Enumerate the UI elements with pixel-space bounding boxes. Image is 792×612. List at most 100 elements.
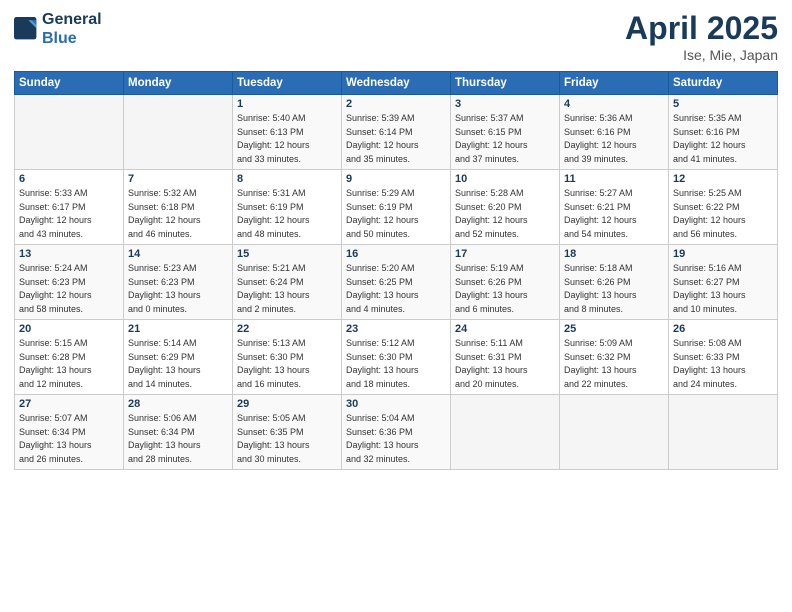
calendar-cell: 13 Sunrise: 5:24 AMSunset: 6:23 PMDayligh… xyxy=(15,245,124,320)
weekday-header: Wednesday xyxy=(342,72,451,95)
day-number: 25 xyxy=(564,323,664,335)
day-number: 8 xyxy=(237,173,337,185)
calendar-cell: 4 Sunrise: 5:36 AMSunset: 6:16 PMDaylight… xyxy=(560,95,669,170)
day-number: 5 xyxy=(673,98,773,110)
logo-text: General Blue xyxy=(42,10,102,48)
calendar-container: General Blue April 2025 Ise, Mie, Japan … xyxy=(0,0,792,612)
calendar-cell: 12Sunrise: 5:25 AMSunset: 6:22 PMDayligh… xyxy=(669,170,778,245)
logo-icon xyxy=(14,17,38,41)
day-number: 2 xyxy=(346,98,446,110)
weekday-header: Saturday xyxy=(669,72,778,95)
day-info: Sunrise: 5:20 AMSunset: 6:25 PMDaylight:… xyxy=(346,262,446,316)
day-number: 19 xyxy=(673,248,773,260)
day-number: 6 xyxy=(19,173,119,185)
day-info: Sunrise: 5:39 AMSunset: 6:14 PMDaylight:… xyxy=(346,112,446,166)
calendar-cell: 3Sunrise: 5:37 AMSunset: 6:15 PMDaylight… xyxy=(451,95,560,170)
day-info: Sunrise: 5:32 AMSunset: 6:18 PMDaylight:… xyxy=(128,187,228,241)
day-number: 24 xyxy=(455,323,555,335)
day-number: 20 xyxy=(19,323,119,335)
day-number: 13 xyxy=(19,248,119,260)
day-info: Sunrise: 5:09 AMSunset: 6:32 PMDaylight:… xyxy=(564,337,664,391)
day-number: 23 xyxy=(346,323,446,335)
day-info: Sunrise: 5:35 AMSunset: 6:16 PMDaylight:… xyxy=(673,112,773,166)
weekday-header-row: SundayMondayTuesdayWednesdayThursdayFrid… xyxy=(15,72,778,95)
day-info: Sunrise: 5:16 AMSunset: 6:27 PMDaylight:… xyxy=(673,262,773,316)
calendar-week-row: 13 Sunrise: 5:24 AMSunset: 6:23 PMDayligh… xyxy=(15,245,778,320)
day-info: Sunrise: 5:33 AMSunset: 6:17 PMDaylight:… xyxy=(19,187,119,241)
calendar-cell: 16 Sunrise: 5:20 AMSunset: 6:25 PMDayligh… xyxy=(342,245,451,320)
day-number: 30 xyxy=(346,398,446,410)
calendar-cell: 29Sunrise: 5:05 AMSunset: 6:35 PMDayligh… xyxy=(233,395,342,470)
calendar-cell: 8 Sunrise: 5:31 AMSunset: 6:19 PMDaylight… xyxy=(233,170,342,245)
day-number: 15 xyxy=(237,248,337,260)
calendar-cell: 24 Sunrise: 5:11 AMSunset: 6:31 PMDayligh… xyxy=(451,320,560,395)
day-info: Sunrise: 5:37 AMSunset: 6:15 PMDaylight:… xyxy=(455,112,555,166)
day-info: Sunrise: 5:21 AMSunset: 6:24 PMDaylight:… xyxy=(237,262,337,316)
logo: General Blue xyxy=(14,10,102,48)
weekday-header: Tuesday xyxy=(233,72,342,95)
day-number: 10 xyxy=(455,173,555,185)
day-number: 14 xyxy=(128,248,228,260)
day-info: Sunrise: 5:08 AMSunset: 6:33 PMDaylight:… xyxy=(673,337,773,391)
day-info: Sunrise: 5:14 AMSunset: 6:29 PMDaylight:… xyxy=(128,337,228,391)
day-info: Sunrise: 5:28 AMSunset: 6:20 PMDaylight:… xyxy=(455,187,555,241)
day-info: Sunrise: 5:27 AMSunset: 6:21 PMDaylight:… xyxy=(564,187,664,241)
calendar-cell xyxy=(124,95,233,170)
calendar-cell: 14Sunrise: 5:23 AMSunset: 6:23 PMDayligh… xyxy=(124,245,233,320)
day-number: 7 xyxy=(128,173,228,185)
calendar-cell: 10 Sunrise: 5:28 AMSunset: 6:20 PMDayligh… xyxy=(451,170,560,245)
day-info: Sunrise: 5:29 AMSunset: 6:19 PMDaylight:… xyxy=(346,187,446,241)
month-title: April 2025 xyxy=(625,10,778,47)
day-number: 27 xyxy=(19,398,119,410)
calendar-week-row: 20 Sunrise: 5:15 AMSunset: 6:28 PMDayligh… xyxy=(15,320,778,395)
day-info: Sunrise: 5:31 AMSunset: 6:19 PMDaylight:… xyxy=(237,187,337,241)
calendar-cell: 28Sunrise: 5:06 AMSunset: 6:34 PMDayligh… xyxy=(124,395,233,470)
weekday-header: Thursday xyxy=(451,72,560,95)
day-info: Sunrise: 5:04 AMSunset: 6:36 PMDaylight:… xyxy=(346,412,446,466)
day-info: Sunrise: 5:19 AMSunset: 6:26 PMDaylight:… xyxy=(455,262,555,316)
header: General Blue April 2025 Ise, Mie, Japan xyxy=(14,10,778,63)
day-number: 12 xyxy=(673,173,773,185)
day-number: 22 xyxy=(237,323,337,335)
day-number: 16 xyxy=(346,248,446,260)
day-number: 17 xyxy=(455,248,555,260)
day-number: 11 xyxy=(564,173,664,185)
day-info: Sunrise: 5:18 AMSunset: 6:26 PMDaylight:… xyxy=(564,262,664,316)
calendar-cell xyxy=(560,395,669,470)
day-info: Sunrise: 5:36 AMSunset: 6:16 PMDaylight:… xyxy=(564,112,664,166)
calendar-week-row: 1Sunrise: 5:40 AMSunset: 6:13 PMDaylight… xyxy=(15,95,778,170)
day-number: 28 xyxy=(128,398,228,410)
day-info: Sunrise: 5:12 AMSunset: 6:30 PMDaylight:… xyxy=(346,337,446,391)
calendar-cell: 26Sunrise: 5:08 AMSunset: 6:33 PMDayligh… xyxy=(669,320,778,395)
calendar-cell: 27 Sunrise: 5:07 AMSunset: 6:34 PMDayligh… xyxy=(15,395,124,470)
calendar-cell xyxy=(669,395,778,470)
calendar-cell: 19 Sunrise: 5:16 AMSunset: 6:27 PMDayligh… xyxy=(669,245,778,320)
location: Ise, Mie, Japan xyxy=(625,47,778,63)
calendar-cell: 6 Sunrise: 5:33 AMSunset: 6:17 PMDaylight… xyxy=(15,170,124,245)
calendar-cell: 22 Sunrise: 5:13 AMSunset: 6:30 PMDayligh… xyxy=(233,320,342,395)
day-info: Sunrise: 5:24 AMSunset: 6:23 PMDaylight:… xyxy=(19,262,119,316)
day-number: 4 xyxy=(564,98,664,110)
calendar-cell: 21 Sunrise: 5:14 AMSunset: 6:29 PMDayligh… xyxy=(124,320,233,395)
day-info: Sunrise: 5:07 AMSunset: 6:34 PMDaylight:… xyxy=(19,412,119,466)
day-info: Sunrise: 5:11 AMSunset: 6:31 PMDaylight:… xyxy=(455,337,555,391)
calendar-cell: 9 Sunrise: 5:29 AMSunset: 6:19 PMDaylight… xyxy=(342,170,451,245)
weekday-header: Monday xyxy=(124,72,233,95)
day-info: Sunrise: 5:15 AMSunset: 6:28 PMDaylight:… xyxy=(19,337,119,391)
calendar-week-row: 27 Sunrise: 5:07 AMSunset: 6:34 PMDayligh… xyxy=(15,395,778,470)
day-info: Sunrise: 5:13 AMSunset: 6:30 PMDaylight:… xyxy=(237,337,337,391)
title-block: April 2025 Ise, Mie, Japan xyxy=(625,10,778,63)
day-number: 18 xyxy=(564,248,664,260)
day-info: Sunrise: 5:05 AMSunset: 6:35 PMDaylight:… xyxy=(237,412,337,466)
calendar-cell: 30 Sunrise: 5:04 AMSunset: 6:36 PMDayligh… xyxy=(342,395,451,470)
calendar-cell: 17 Sunrise: 5:19 AMSunset: 6:26 PMDayligh… xyxy=(451,245,560,320)
day-number: 9 xyxy=(346,173,446,185)
calendar-cell xyxy=(451,395,560,470)
calendar-cell: 20 Sunrise: 5:15 AMSunset: 6:28 PMDayligh… xyxy=(15,320,124,395)
calendar-cell: 15 Sunrise: 5:21 AMSunset: 6:24 PMDayligh… xyxy=(233,245,342,320)
calendar-cell: 18 Sunrise: 5:18 AMSunset: 6:26 PMDayligh… xyxy=(560,245,669,320)
calendar-cell: 23 Sunrise: 5:12 AMSunset: 6:30 PMDayligh… xyxy=(342,320,451,395)
day-number: 21 xyxy=(128,323,228,335)
weekday-header: Sunday xyxy=(15,72,124,95)
calendar-cell: 1Sunrise: 5:40 AMSunset: 6:13 PMDaylight… xyxy=(233,95,342,170)
